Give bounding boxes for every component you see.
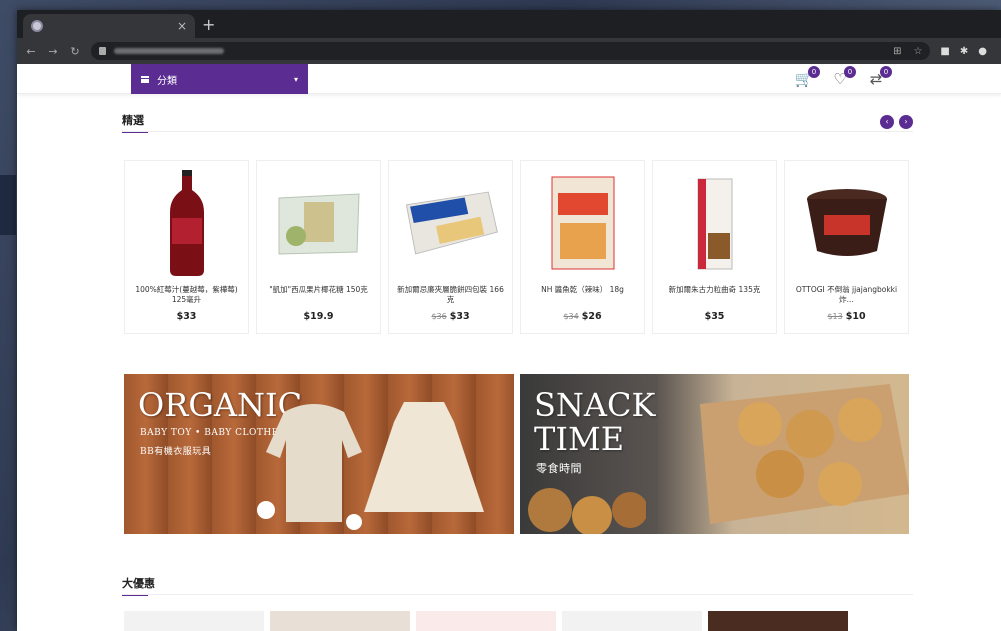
url-text-blurred bbox=[114, 48, 224, 54]
profile-icon[interactable]: ● bbox=[978, 46, 987, 57]
chevron-down-icon: ▾ bbox=[293, 74, 298, 84]
product-image[interactable] bbox=[401, 167, 501, 279]
product-image[interactable] bbox=[797, 167, 897, 279]
extension-icon[interactable]: ■ bbox=[940, 46, 949, 57]
product-name[interactable]: 新加爾忌廉夾層脆餅四包裝 166克 bbox=[395, 285, 507, 307]
baby-clothes-image bbox=[257, 402, 484, 530]
product-price: $36 $33 bbox=[431, 311, 470, 322]
featured-section-title: 精選 bbox=[122, 112, 148, 133]
site-header: 分類 ▾ 🛒 0 ♡ 0 ⇄ 0 bbox=[17, 64, 1001, 94]
product-card[interactable]: 新加爾朱古力粒曲奇 135克 $35 bbox=[652, 160, 777, 334]
deals-divider bbox=[122, 594, 913, 595]
carousel-next-button[interactable]: › bbox=[899, 115, 913, 129]
puzzle-icon[interactable]: ✱ bbox=[960, 46, 968, 57]
product-card[interactable]: OTTOGI 不倒翁 jjajangbokki 炸... $13 $10 bbox=[784, 160, 909, 334]
category-menu-button[interactable]: 分類 ▾ bbox=[131, 64, 308, 94]
snack-banner[interactable]: SNACK TIME 零食時間 bbox=[520, 374, 909, 534]
cart-count-badge: 0 bbox=[808, 66, 820, 78]
carousel-prev-button[interactable]: ‹ bbox=[880, 115, 894, 129]
cookie-pile-image bbox=[528, 488, 646, 534]
translate-icon[interactable]: ⊞ bbox=[893, 46, 901, 57]
product-name[interactable]: 100%紅莓汁(蔓越莓，紫樺莓) 125毫升 bbox=[131, 285, 243, 307]
favicon-icon bbox=[31, 20, 43, 32]
product-name[interactable]: NH 醬魚乾（辣味） 18g bbox=[527, 285, 639, 307]
product-price: $19.9 bbox=[303, 311, 334, 322]
organic-banner-subtitle-zh: BB有機衣服玩具 bbox=[140, 447, 212, 457]
featured-divider bbox=[122, 131, 913, 132]
tab-close-button[interactable]: × bbox=[177, 19, 187, 33]
product-name[interactable]: 新加爾朱古力粒曲奇 135克 bbox=[659, 285, 771, 307]
product-card[interactable]: NH 醬魚乾（辣味） 18g $34 $26 bbox=[520, 160, 645, 334]
bookmark-star-icon[interactable]: ☆ bbox=[913, 46, 922, 57]
cookies-image bbox=[700, 384, 909, 524]
compare-icon[interactable]: ⇄ 0 bbox=[866, 66, 892, 88]
reload-button[interactable]: ↻ bbox=[69, 45, 81, 58]
category-label: 分類 bbox=[157, 75, 177, 87]
product-name[interactable]: OTTOGI 不倒翁 jjajangbokki 炸... bbox=[791, 285, 903, 307]
product-card[interactable]: "凱加"西瓜果片椰花糖 150克 $19.9 bbox=[256, 160, 381, 334]
product-image[interactable] bbox=[533, 167, 633, 279]
deal-thumbnail[interactable] bbox=[416, 611, 556, 631]
desktop-background bbox=[0, 175, 16, 235]
carousel-controls: ‹ › bbox=[880, 115, 913, 129]
product-card[interactable]: 100%紅莓汁(蔓越莓，紫樺莓) 125毫升 $33 bbox=[124, 160, 249, 334]
deal-thumbnail[interactable] bbox=[562, 611, 702, 631]
product-image[interactable] bbox=[665, 167, 765, 279]
deals-product-list bbox=[124, 611, 848, 631]
product-card[interactable]: 新加爾忌廉夾層脆餅四包裝 166克 $36 $33 bbox=[388, 160, 513, 334]
deal-thumbnail[interactable] bbox=[270, 611, 410, 631]
compare-count-badge: 0 bbox=[880, 66, 892, 78]
wishlist-heart-icon[interactable]: ♡ 0 bbox=[830, 66, 856, 88]
product-name[interactable]: "凱加"西瓜果片椰花糖 150克 bbox=[263, 285, 375, 307]
menu-icon bbox=[141, 75, 149, 83]
back-button[interactable]: ← bbox=[25, 45, 37, 58]
new-tab-button[interactable]: + bbox=[202, 15, 215, 34]
featured-product-list: 100%紅莓汁(蔓越莓，紫樺莓) 125毫升 $33 "凱加"西瓜果片椰花糖 1… bbox=[124, 160, 909, 334]
forward-button[interactable]: → bbox=[47, 45, 59, 58]
lock-icon bbox=[99, 47, 106, 55]
product-price: $33 bbox=[176, 311, 197, 322]
browser-titlebar: × + bbox=[17, 10, 1001, 38]
product-price: $34 $26 bbox=[563, 311, 602, 322]
product-price: $35 bbox=[704, 311, 725, 322]
wishlist-count-badge: 0 bbox=[844, 66, 856, 78]
organic-banner[interactable]: ORGANIC BABY TOY • BABY CLOTHES BB有機衣服玩具 bbox=[124, 374, 514, 534]
deals-section-title: 大優惠 bbox=[122, 575, 155, 596]
deal-thumbnail[interactable] bbox=[708, 611, 848, 631]
deal-thumbnail[interactable] bbox=[124, 611, 264, 631]
address-bar[interactable]: ⊞ ☆ bbox=[91, 42, 931, 60]
cart-icon[interactable]: 🛒 0 bbox=[794, 66, 820, 88]
product-price: $13 $10 bbox=[827, 311, 866, 322]
product-image[interactable] bbox=[137, 167, 237, 279]
browser-window: × + ← → ↻ ⊞ ☆ ■ ✱ ● 分類 ▾ 🛒0 ♡0 ⇄0 精選 bbox=[17, 10, 1001, 631]
extensions-area: ■ ✱ ● bbox=[940, 46, 993, 57]
browser-tab[interactable]: × bbox=[23, 14, 195, 38]
product-image[interactable] bbox=[269, 167, 369, 279]
browser-toolbar: ← → ↻ ⊞ ☆ ■ ✱ ● bbox=[17, 38, 1001, 64]
snack-banner-title: SNACK TIME bbox=[534, 386, 656, 458]
